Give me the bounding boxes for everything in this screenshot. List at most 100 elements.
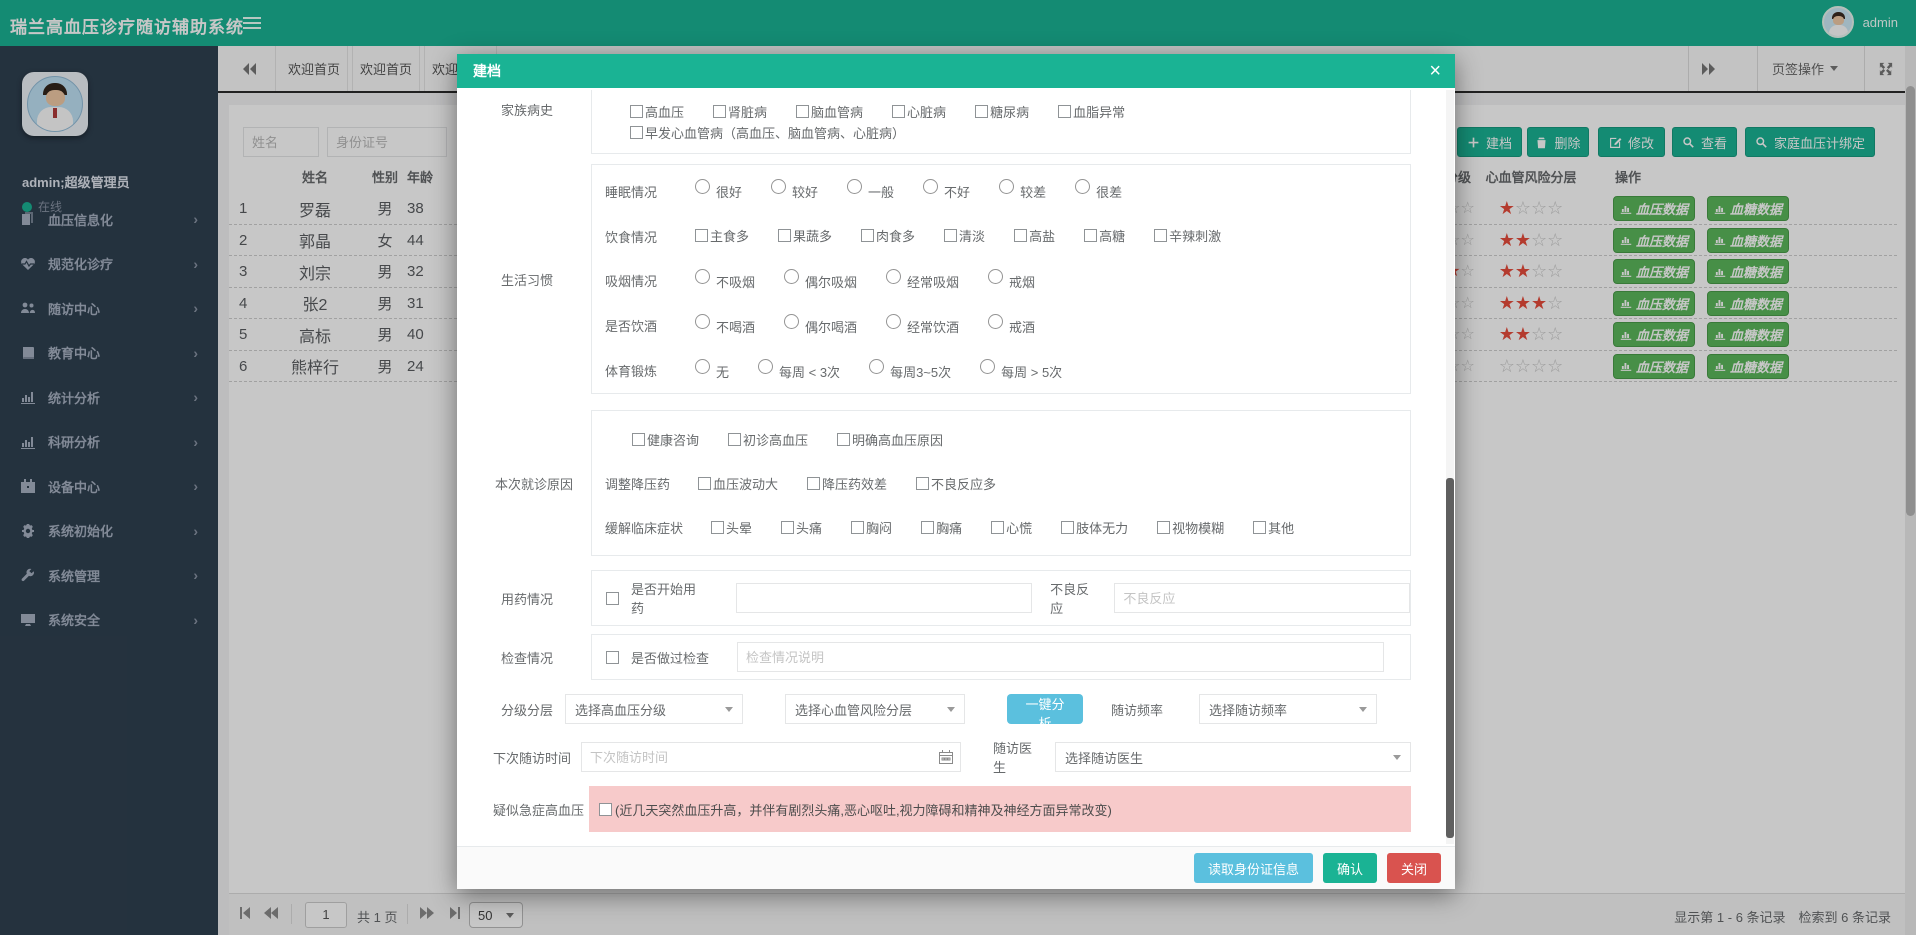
lifestyle-row-label: 睡眠情况 — [605, 182, 681, 201]
frequency-label: 随访频率 — [1111, 700, 1163, 719]
lifestyle-row-吸烟情况: 吸烟情况不吸烟偶尔吸烟经常吸烟戒烟 — [592, 259, 1410, 304]
checkbox-option-头晕[interactable]: 头晕 — [711, 518, 752, 537]
checkbox-option-视物模糊[interactable]: 视物模糊 — [1157, 518, 1224, 537]
checkbox-icon — [916, 477, 929, 490]
lifestyle-label: 生活习惯 — [493, 270, 557, 289]
checkbox-option-早发心血管病（高血压、脑血管病、心脏病）[interactable]: 早发心血管病（高血压、脑血管病、心脏病） — [630, 123, 905, 142]
radio-option-偶尔喝酒[interactable]: 偶尔喝酒 — [784, 317, 857, 336]
radio-option-很差[interactable]: 很差 — [1075, 182, 1122, 201]
checkbox-icon — [632, 433, 645, 446]
radio-option-经常吸烟[interactable]: 经常吸烟 — [886, 272, 959, 291]
doctor-select[interactable]: 选择随访医生 — [1055, 742, 1411, 772]
checkbox-icon — [698, 477, 711, 490]
checkbox-option-胸闷[interactable]: 胸闷 — [851, 518, 892, 537]
radio-icon — [784, 269, 799, 284]
option-label: 无 — [716, 362, 729, 381]
medication-checkbox[interactable] — [606, 592, 619, 605]
grading-section: 分级分层 选择高血压分级 选择心血管风险分层 一键分析 随访频率 选择随访频率 — [493, 694, 1411, 724]
checkbox-option-降压药效差[interactable]: 降压药效差 — [807, 474, 887, 493]
option-label: 肢体无力 — [1076, 518, 1128, 537]
radio-option-较好[interactable]: 较好 — [771, 182, 818, 201]
checkbox-option-心慌[interactable]: 心慌 — [991, 518, 1032, 537]
create-record-modal: 建档 × 家族病史 高血压 肾脏病 脑血管病 心脏病 糖尿病 血脂异常早发心血管病（高血压… — [457, 54, 1455, 889]
modal-scrollbar[interactable] — [1446, 90, 1454, 844]
medication-input[interactable] — [736, 583, 1032, 613]
checkbox-option-肢体无力[interactable]: 肢体无力 — [1061, 518, 1128, 537]
visit-reason-section: 本次就诊原因 健康咨询初诊高血压明确高血压原因调整降压药血压波动大降压药效差不良… — [493, 410, 1411, 556]
modal-body: 家族病史 高血压 肾脏病 脑血管病 心脏病 糖尿病 血脂异常早发心血管病（高血压、脑血管病… — [457, 88, 1455, 846]
checkbox-option-其他[interactable]: 其他 — [1253, 518, 1294, 537]
checkbox-icon — [921, 521, 934, 534]
checkbox-option-不良反应多[interactable]: 不良反应多 — [916, 474, 996, 493]
option-label: 脑血管病 — [811, 102, 863, 121]
option-label: 早发心血管病（高血压、脑血管病、心脏病） — [645, 123, 905, 142]
radio-option-无[interactable]: 无 — [695, 362, 729, 381]
family-history-label: 家族病史 — [493, 90, 557, 154]
checkbox-option-初诊高血压[interactable]: 初诊高血压 — [728, 430, 808, 449]
checkbox-icon — [1157, 521, 1170, 534]
checkbox-option-高血压[interactable]: 高血压 — [630, 102, 684, 121]
checkbox-option-肾脏病[interactable]: 肾脏病 — [713, 102, 767, 121]
option-label: 偶尔吸烟 — [805, 272, 857, 291]
medication-checkbox-label: 是否开始用药 — [631, 579, 706, 617]
close-icon[interactable]: × — [1429, 61, 1441, 81]
checkbox-option-头痛[interactable]: 头痛 — [781, 518, 822, 537]
modal-button-读取身份证信息[interactable]: 读取身份证信息 — [1194, 853, 1313, 883]
option-label: 视物模糊 — [1172, 518, 1224, 537]
radio-option-偶尔吸烟[interactable]: 偶尔吸烟 — [784, 272, 857, 291]
radio-option-每周3~5次[interactable]: 每周3~5次 — [869, 362, 951, 381]
checkbox-option-辛辣刺激[interactable]: 辛辣刺激 — [1154, 226, 1221, 245]
radio-option-戒酒[interactable]: 戒酒 — [988, 317, 1035, 336]
checkbox-option-明确高血压原因[interactable]: 明确高血压原因 — [837, 430, 943, 449]
next-visit-date-input[interactable] — [581, 742, 961, 772]
checkbox-option-清淡[interactable]: 清淡 — [944, 226, 985, 245]
checkbox-icon — [1014, 229, 1027, 242]
checkbox-icon — [837, 433, 850, 446]
radio-option-戒烟[interactable]: 戒烟 — [988, 272, 1035, 291]
examination-input[interactable] — [737, 642, 1384, 672]
radio-option-不吸烟[interactable]: 不吸烟 — [695, 272, 755, 291]
radio-option-一般[interactable]: 一般 — [847, 182, 894, 201]
lifestyle-row-睡眠情况: 睡眠情况很好 较好 一般 不好 较差 很差 — [592, 169, 1410, 214]
checkbox-option-脑血管病[interactable]: 脑血管病 — [796, 102, 863, 121]
checkbox-option-健康咨询[interactable]: 健康咨询 — [632, 430, 699, 449]
option-label: 每周3~5次 — [890, 362, 951, 381]
option-label: 头晕 — [726, 518, 752, 537]
risk-select[interactable]: 选择心血管风险分层 — [785, 694, 965, 724]
radio-option-不喝酒[interactable]: 不喝酒 — [695, 317, 755, 336]
modal-button-确认[interactable]: 确认 — [1323, 853, 1377, 883]
checkbox-option-心脏病[interactable]: 心脏病 — [892, 102, 946, 121]
doctor-label: 随访医生 — [993, 738, 1042, 776]
modal-button-关闭[interactable]: 关闭 — [1387, 853, 1441, 883]
checkbox-option-肉食多[interactable]: 肉食多 — [861, 226, 915, 245]
option-label: 不好 — [944, 182, 970, 201]
radio-option-每周 > 5次[interactable]: 每周 > 5次 — [980, 362, 1062, 381]
checkbox-option-果蔬多[interactable]: 果蔬多 — [778, 226, 832, 245]
calendar-icon[interactable] — [938, 749, 954, 765]
checkbox-option-主食多[interactable]: 主食多 — [695, 226, 749, 245]
radio-option-每周 < 3次[interactable]: 每周 < 3次 — [758, 362, 840, 381]
radio-option-经常饮酒[interactable]: 经常饮酒 — [886, 317, 959, 336]
option-label: 果蔬多 — [793, 226, 832, 245]
adverse-input[interactable] — [1114, 583, 1410, 613]
frequency-select[interactable]: 选择随访频率 — [1199, 694, 1377, 724]
modal-title: 建档 — [473, 61, 501, 81]
radio-option-不好[interactable]: 不好 — [923, 182, 970, 201]
checkbox-option-血压波动大[interactable]: 血压波动大 — [698, 474, 778, 493]
lifestyle-options: 很好 较好 一般 不好 较差 很差 — [695, 181, 1151, 201]
checkbox-icon — [728, 433, 741, 446]
checkbox-option-高盐[interactable]: 高盐 — [1014, 226, 1055, 245]
emergency-checkbox[interactable] — [599, 803, 612, 816]
checkbox-option-高糖[interactable]: 高糖 — [1084, 226, 1125, 245]
examination-checkbox[interactable] — [606, 651, 619, 664]
radio-icon — [988, 314, 1003, 329]
analyze-button[interactable]: 一键分析 — [1007, 694, 1083, 724]
checkbox-option-血脂异常[interactable]: 血脂异常 — [1058, 102, 1125, 121]
grade-select[interactable]: 选择高血压分级 — [565, 694, 743, 724]
radio-option-较差[interactable]: 较差 — [999, 182, 1046, 201]
emergency-text: (近几天突然血压升高，并伴有剧烈头痛,恶心呕吐,视力障碍和精神及神经方面异常改变… — [615, 800, 1112, 819]
checkbox-option-胸痛[interactable]: 胸痛 — [921, 518, 962, 537]
lifestyle-row-label: 饮食情况 — [605, 227, 681, 246]
radio-option-很好[interactable]: 很好 — [695, 182, 742, 201]
checkbox-option-糖尿病[interactable]: 糖尿病 — [975, 102, 1029, 121]
